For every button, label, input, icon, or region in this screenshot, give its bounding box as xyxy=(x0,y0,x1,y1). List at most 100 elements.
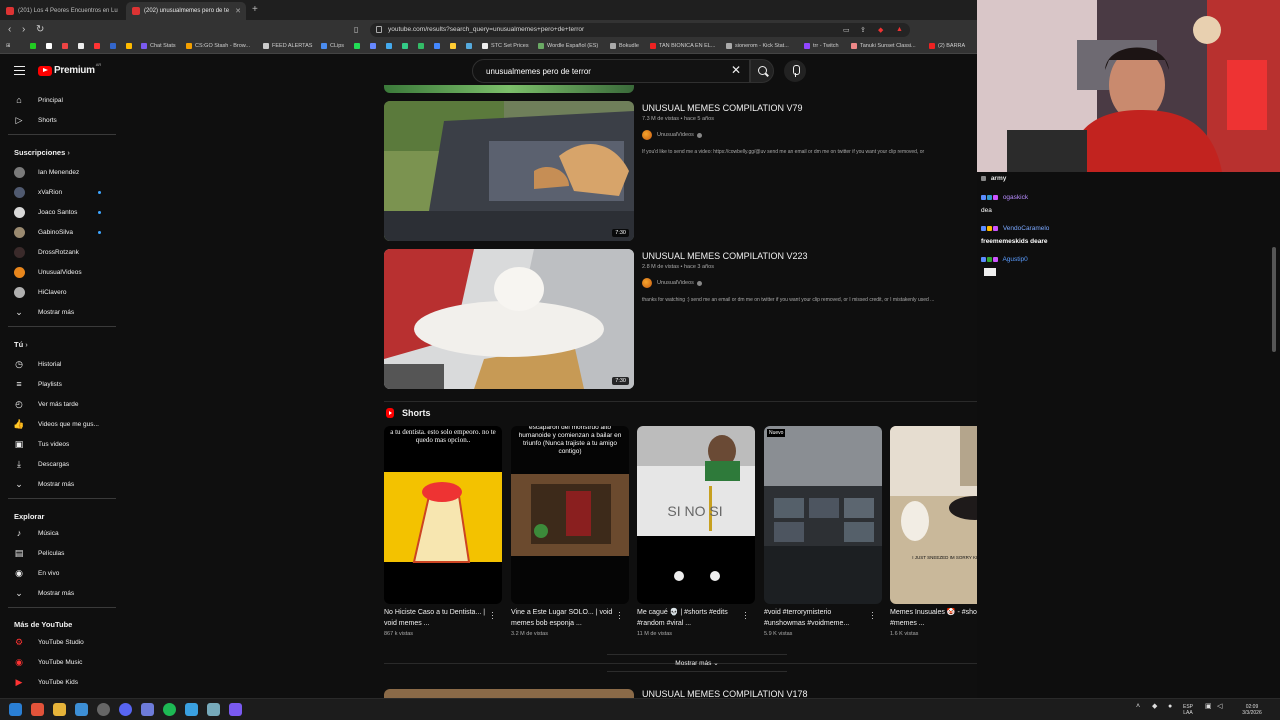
bookmark-csgo-stash[interactable]: CS:GO Stash - Brow... xyxy=(186,43,250,49)
sidebar-item-shorts[interactable]: ▷ Shorts xyxy=(0,111,118,129)
app-icon[interactable] xyxy=(97,703,110,716)
back-icon[interactable]: ‹ xyxy=(8,24,11,35)
sidebar-item-youtube-studio[interactable]: ⚙ YouTube Studio xyxy=(0,633,118,651)
brave-shield-icon[interactable]: ◆ xyxy=(878,26,883,34)
sidebar-item-playlists[interactable]: ≡ Playlists xyxy=(0,375,118,393)
show-more-shorts-button[interactable]: Mostrar más ⌄ xyxy=(607,654,787,672)
voice-search-button[interactable] xyxy=(784,60,806,82)
apps-icon[interactable]: ⊞ xyxy=(6,43,11,49)
bookmark-icon[interactable] xyxy=(450,43,459,49)
bookmark-stc-set-prices[interactable]: STC Set Prices xyxy=(482,43,529,49)
bookmark-chat-stats[interactable]: Chat Stats xyxy=(141,43,176,49)
tray-chevron-icon[interactable]: ˄ xyxy=(1136,703,1140,710)
bookmark-icon[interactable] xyxy=(354,43,363,49)
app-icon[interactable] xyxy=(229,703,242,716)
bookmark-icon[interactable] xyxy=(62,43,71,49)
bookmark-icon[interactable] xyxy=(30,43,39,49)
discord-icon[interactable] xyxy=(119,703,132,716)
short-thumbnail[interactable]: SI NO SI xyxy=(637,426,755,604)
file-explorer-icon[interactable] xyxy=(53,703,66,716)
bookmark-wordle[interactable]: Wordle Español (ES) xyxy=(538,43,598,49)
bookmark-icon[interactable] xyxy=(370,43,379,49)
tray-app-icon[interactable]: ◆ xyxy=(1152,703,1157,710)
more-options-icon[interactable]: ··· xyxy=(618,608,621,623)
sidebar-item-peliculas[interactable]: ▤ Películas xyxy=(0,544,118,562)
tray-app-icon[interactable]: ● xyxy=(1168,703,1172,710)
bookmark-icon[interactable] xyxy=(46,43,55,49)
sidebar-sub-joaco-santos[interactable]: Joaco Santos xyxy=(0,203,118,221)
close-tab-icon[interactable]: ✕ xyxy=(235,7,241,15)
sidebar-item-historial[interactable]: ◷ Historial xyxy=(0,355,118,373)
video-thumbnail[interactable]: 7:30 xyxy=(384,249,634,389)
sidebar-item-descargas[interactable]: ⤓ Descargas xyxy=(0,455,118,473)
subscriptions-heading[interactable]: Suscripciones › xyxy=(14,148,70,157)
sidebar-item-ver-mas-tarde[interactable]: ◴ Ver más tarde xyxy=(0,395,118,413)
network-icon[interactable]: ▣ xyxy=(1205,703,1212,710)
app-icon[interactable] xyxy=(141,703,154,716)
clock[interactable]: 02:09 3/3/2026 xyxy=(1237,704,1267,716)
sidebar-sub-gabinosilva[interactable]: GabinoSilva xyxy=(0,223,118,241)
video-thumbnail[interactable] xyxy=(384,689,634,698)
youtube-premium-logo[interactable]: Premium AR xyxy=(38,62,101,76)
input-language[interactable]: ESP LAA xyxy=(1183,704,1193,716)
video-title[interactable]: UNUSUAL MEMES COMPILATION V178 xyxy=(642,689,808,698)
more-options-icon[interactable]: ··· xyxy=(491,608,494,623)
bookmark-icon[interactable] xyxy=(126,43,135,49)
bookmark-bokudle[interactable]: Bokudle xyxy=(610,43,639,49)
install-icon[interactable]: ▭ xyxy=(843,26,850,34)
bookmark-icon[interactable] xyxy=(78,43,87,49)
bookmark-tan-bionica[interactable]: TAN BIONICA EN EL... xyxy=(650,43,715,49)
sidebar-show-more-subs[interactable]: ⌄ Mostrar más xyxy=(0,303,118,321)
bookmark-icon[interactable] xyxy=(110,43,119,49)
browser-tab[interactable]: (201) Los 4 Peores Encuentros en Lu xyxy=(0,2,122,20)
app-icon[interactable] xyxy=(185,703,198,716)
bookmark-tanuki[interactable]: Tanuki Sunset Classi... xyxy=(851,43,916,49)
video-title[interactable]: UNUSUAL MEMES COMPILATION V223 xyxy=(642,251,808,261)
sidebar-show-more-you[interactable]: ⌄ Mostrar más xyxy=(0,475,118,493)
bookmark-icon[interactable] xyxy=(434,43,443,49)
you-heading[interactable]: Tú › xyxy=(14,340,28,349)
search-input[interactable]: unusualmemes pero de terror xyxy=(472,59,750,83)
volume-icon[interactable]: ◁ xyxy=(1217,703,1222,710)
windows-start-icon[interactable] xyxy=(9,703,22,716)
sidebar-sub-ian-menendez[interactable]: Ian Menendez xyxy=(0,163,118,181)
bookmark-barra[interactable]: (2) BARRA xyxy=(929,43,965,49)
short-thumbnail[interactable]: escaparon del monstruo alto humanoide y … xyxy=(511,426,629,604)
scrollbar[interactable] xyxy=(1272,247,1276,352)
sidebar-sub-xvarion[interactable]: xVaRion xyxy=(0,183,118,201)
rewards-icon[interactable]: ▲ xyxy=(896,26,903,33)
bookmark-icon[interactable] xyxy=(466,43,475,49)
bookmark-icon[interactable] xyxy=(94,43,103,49)
sidebar-sub-unusualvideos[interactable]: UnusualVideos xyxy=(0,263,118,281)
sidebar-item-youtube-kids[interactable]: ▶ YouTube Kids xyxy=(0,673,118,691)
short-title[interactable]: Me cagué 💀 | #shorts #edits #random #vir… xyxy=(637,608,741,629)
app-icon[interactable] xyxy=(75,703,88,716)
app-icon[interactable] xyxy=(207,703,220,716)
search-button[interactable] xyxy=(750,59,774,83)
sidebar-item-tus-videos[interactable]: ▣ Tus videos xyxy=(0,435,118,453)
address-bar[interactable]: youtube.com/results?search_query=unusual… xyxy=(370,23,910,37)
bookmark-clips[interactable]: CLips xyxy=(321,43,344,49)
bookmark-twitch[interactable]: trr - Twitch xyxy=(804,43,839,49)
short-title[interactable]: Vine a Este Lugar SOLO... | void memes b… xyxy=(511,608,615,629)
bookmark-icon[interactable] xyxy=(402,43,411,49)
short-thumbnail[interactable]: Nuevo xyxy=(764,426,882,604)
short-title[interactable]: #void #terrorymisterio #unshowmas #voidm… xyxy=(764,608,868,629)
more-options-icon[interactable]: ··· xyxy=(871,608,874,623)
bookmark-icon[interactable] xyxy=(386,43,395,49)
video-thumbnail[interactable]: 7:30 xyxy=(384,101,634,241)
video-title[interactable]: UNUSUAL MEMES COMPILATION V79 xyxy=(642,103,803,113)
clear-search-icon[interactable]: ✕ xyxy=(731,63,741,77)
reload-icon[interactable]: ↻ xyxy=(36,24,44,35)
bookmark-kick-stats[interactable]: sionerom - Kick Stat... xyxy=(726,43,789,49)
sidebar-sub-drossrotzank[interactable]: DrossRotzank xyxy=(0,243,118,261)
sidebar-item-en-vivo[interactable]: ◉ En vivo xyxy=(0,564,118,582)
browser-tab-active[interactable]: (202) unusualmemes pero de te ✕ xyxy=(126,2,246,20)
sidebar-item-liked[interactable]: 👍 Videos que me gus... xyxy=(0,415,118,433)
sidebar-show-more-explore[interactable]: ⌄ Mostrar más xyxy=(0,584,118,602)
forward-icon[interactable]: › xyxy=(22,24,25,35)
sidebar-item-youtube-music[interactable]: ◉ YouTube Music xyxy=(0,653,118,671)
bookmark-icon[interactable] xyxy=(418,43,427,49)
sidebar-sub-hiclavero[interactable]: HiClavero xyxy=(0,283,118,301)
bookmark-icon[interactable]: ▯ xyxy=(354,25,358,34)
